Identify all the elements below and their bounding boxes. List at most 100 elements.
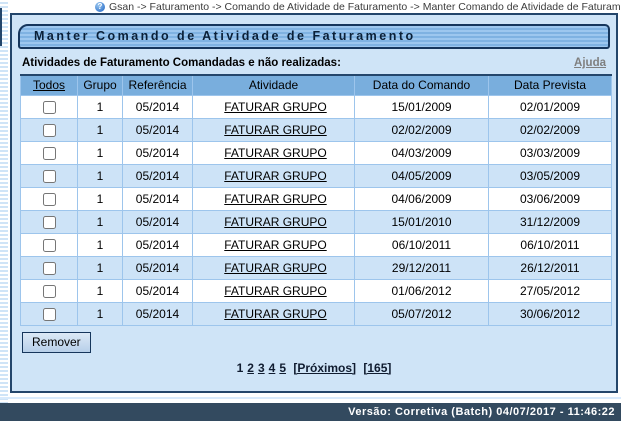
row-referencia: 05/2014	[123, 118, 193, 141]
col-header-todos: Todos	[21, 75, 78, 95]
col-header-grupo: Grupo	[78, 75, 123, 95]
main-panel: Manter Comando de Atividade de Faturamen…	[10, 13, 618, 393]
row-referencia: 05/2014	[123, 256, 193, 279]
row-referencia: 05/2014	[123, 95, 193, 118]
row-checkbox[interactable]	[43, 308, 56, 321]
row-data-prevista: 31/12/2009	[489, 210, 612, 233]
select-all-link[interactable]: Todos	[33, 78, 65, 92]
row-data-prevista: 30/06/2012	[489, 302, 612, 325]
row-data-prevista: 27/05/2012	[489, 279, 612, 302]
row-grupo: 1	[78, 141, 123, 164]
row-grupo: 1	[78, 256, 123, 279]
row-checkbox-cell	[21, 256, 78, 279]
row-atividade-cell: FATURAR GRUPO	[193, 187, 355, 210]
row-checkbox-cell	[21, 210, 78, 233]
row-atividade-cell: FATURAR GRUPO	[193, 118, 355, 141]
atividade-link[interactable]: FATURAR GRUPO	[224, 215, 326, 229]
atividade-link[interactable]: FATURAR GRUPO	[224, 307, 326, 321]
pagination-page-link[interactable]: 4	[269, 361, 276, 375]
row-data-prevista: 02/02/2009	[489, 118, 612, 141]
row-checkbox-cell	[21, 187, 78, 210]
row-checkbox[interactable]	[43, 285, 56, 298]
atividade-link[interactable]: FATURAR GRUPO	[224, 169, 326, 183]
ajuda-link[interactable]: Ajuda	[574, 57, 606, 69]
row-checkbox-cell	[21, 233, 78, 256]
col-header-data-comando: Data do Comando	[355, 75, 489, 95]
row-data-comando: 04/06/2009	[355, 187, 489, 210]
row-data-comando: 01/06/2012	[355, 279, 489, 302]
row-data-prevista: 06/10/2011	[489, 233, 612, 256]
row-checkbox-cell	[21, 118, 78, 141]
atividade-link[interactable]: FATURAR GRUPO	[224, 238, 326, 252]
row-checkbox-cell	[21, 95, 78, 118]
table-row: 1 05/2014 FATURAR GRUPO 29/12/2011 26/12…	[21, 256, 612, 279]
row-referencia: 05/2014	[123, 164, 193, 187]
row-checkbox[interactable]	[43, 124, 56, 137]
atividade-link[interactable]: FATURAR GRUPO	[224, 100, 326, 114]
row-data-comando: 29/12/2011	[355, 256, 489, 279]
row-referencia: 05/2014	[123, 187, 193, 210]
row-data-comando: 06/10/2011	[355, 233, 489, 256]
row-checkbox[interactable]	[43, 216, 56, 229]
row-atividade-cell: FATURAR GRUPO	[193, 279, 355, 302]
table-row: 1 05/2014 FATURAR GRUPO 06/10/2011 06/10…	[21, 233, 612, 256]
row-atividade-cell: FATURAR GRUPO	[193, 256, 355, 279]
atividade-link[interactable]: FATURAR GRUPO	[224, 284, 326, 298]
commands-table: Todos Grupo Referência Atividade Data do…	[20, 74, 612, 326]
row-checkbox[interactable]	[43, 193, 56, 206]
table-row: 1 05/2014 FATURAR GRUPO 01/06/2012 27/05…	[21, 279, 612, 302]
actions-row: Remover	[22, 332, 616, 353]
row-checkbox-cell	[21, 164, 78, 187]
row-atividade-cell: FATURAR GRUPO	[193, 95, 355, 118]
row-data-comando: 02/02/2009	[355, 118, 489, 141]
row-data-comando: 15/01/2010	[355, 210, 489, 233]
row-grupo: 1	[78, 233, 123, 256]
pagination: 12345 [Próximos] [165]	[12, 361, 616, 375]
page-title: Manter Comando de Atividade de Faturamen…	[18, 24, 610, 49]
row-checkbox[interactable]	[43, 239, 56, 252]
row-atividade-cell: FATURAR GRUPO	[193, 233, 355, 256]
section-header: Atividades de Faturamento Comandadas e n…	[22, 57, 606, 69]
row-referencia: 05/2014	[123, 233, 193, 256]
table-row: 1 05/2014 FATURAR GRUPO 15/01/2010 31/12…	[21, 210, 612, 233]
row-checkbox[interactable]	[43, 147, 56, 160]
section-label: Atividades de Faturamento Comandadas e n…	[22, 57, 341, 69]
row-checkbox[interactable]	[43, 170, 56, 183]
table-row: 1 05/2014 FATURAR GRUPO 15/01/2009 02/01…	[21, 95, 612, 118]
atividade-link[interactable]: FATURAR GRUPO	[224, 192, 326, 206]
table-row: 1 05/2014 FATURAR GRUPO 04/06/2009 03/06…	[21, 187, 612, 210]
row-data-comando: 04/03/2009	[355, 141, 489, 164]
row-grupo: 1	[78, 279, 123, 302]
row-grupo: 1	[78, 164, 123, 187]
row-referencia: 05/2014	[123, 302, 193, 325]
footer-gap-line	[0, 397, 621, 399]
atividade-link[interactable]: FATURAR GRUPO	[224, 261, 326, 275]
remover-button[interactable]: Remover	[22, 332, 91, 353]
row-data-prevista: 03/06/2009	[489, 187, 612, 210]
breadcrumb-text: Gsan -> Faturamento -> Comando de Ativid…	[109, 1, 621, 13]
row-referencia: 05/2014	[123, 279, 193, 302]
pagination-page-link[interactable]: 5	[279, 361, 286, 375]
row-checkbox[interactable]	[43, 262, 56, 275]
breadcrumb: ? Gsan -> Faturamento -> Comando de Ativ…	[10, 0, 621, 13]
table-row: 1 05/2014 FATURAR GRUPO 05/07/2012 30/06…	[21, 302, 612, 325]
row-checkbox-cell	[21, 141, 78, 164]
row-atividade-cell: FATURAR GRUPO	[193, 210, 355, 233]
pagination-current-page: 1	[237, 361, 244, 375]
row-data-comando: 05/07/2012	[355, 302, 489, 325]
row-data-prevista: 03/05/2009	[489, 164, 612, 187]
row-data-prevista: 03/03/2009	[489, 141, 612, 164]
row-checkbox[interactable]	[43, 101, 56, 114]
atividade-link[interactable]: FATURAR GRUPO	[224, 146, 326, 160]
table-row: 1 05/2014 FATURAR GRUPO 04/05/2009 03/05…	[21, 164, 612, 187]
pagination-page-link[interactable]: 3	[258, 361, 265, 375]
row-atividade-cell: FATURAR GRUPO	[193, 302, 355, 325]
pagination-page-link[interactable]: 2	[247, 361, 254, 375]
atividade-link[interactable]: FATURAR GRUPO	[224, 123, 326, 137]
pagination-last-link[interactable]: [165]	[363, 361, 391, 375]
row-data-prevista: 26/12/2011	[489, 256, 612, 279]
version-footer: Versão: Corretiva (Batch) 04/07/2017 - 1…	[0, 403, 621, 421]
row-grupo: 1	[78, 118, 123, 141]
row-data-comando: 04/05/2009	[355, 164, 489, 187]
pagination-next-link[interactable]: [Próximos]	[293, 361, 356, 375]
